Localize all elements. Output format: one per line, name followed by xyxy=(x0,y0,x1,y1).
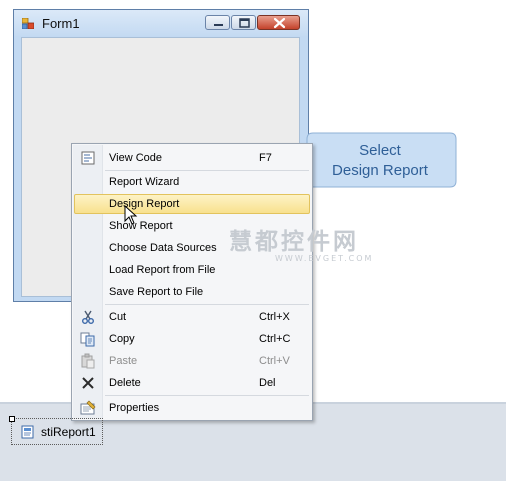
callout-line-1: Select xyxy=(359,142,401,159)
menu-item-label: Report Wizard xyxy=(109,176,180,188)
callout-text: Select Design Report xyxy=(303,141,457,181)
watermark-text: 慧都控件网 xyxy=(229,229,359,255)
close-icon xyxy=(273,17,286,29)
copy-icon xyxy=(80,332,95,347)
component-stireport1[interactable]: stiReport1 xyxy=(9,416,103,445)
form-title: Form1 xyxy=(42,16,80,31)
form-titlebar[interactable]: Form1 xyxy=(14,10,308,36)
menu-item-properties[interactable]: Properties xyxy=(74,398,310,418)
menu-item-label: Delete xyxy=(109,377,141,389)
view-code-icon xyxy=(81,151,95,165)
menu-item-label: Properties xyxy=(109,402,160,414)
menu-item-save-report-to-file[interactable]: Save Report to File xyxy=(74,282,310,302)
context-menu: View Code F7 Report Wizard Design Report… xyxy=(71,143,313,421)
paste-icon xyxy=(81,353,95,369)
menu-item-cut[interactable]: Cut Ctrl+X xyxy=(74,307,310,327)
menu-item-label: Show Report xyxy=(109,220,173,232)
maximize-button[interactable] xyxy=(231,15,256,30)
menu-item-paste[interactable]: Paste Ctrl+V xyxy=(74,351,310,371)
minimize-icon xyxy=(214,24,223,26)
menu-item-label: Copy xyxy=(109,333,135,345)
menu-item-shortcut: Ctrl+V xyxy=(259,355,290,367)
watermark-url: WWW.EVGET.COM xyxy=(275,254,374,263)
menu-item-shortcut: F7 xyxy=(259,152,272,164)
menu-item-label: Load Report from File xyxy=(109,264,216,276)
maximize-icon xyxy=(239,18,250,28)
menu-item-shortcut: Del xyxy=(259,377,276,389)
report-component-icon xyxy=(21,425,34,439)
delete-icon xyxy=(82,377,94,389)
menu-item-delete[interactable]: Delete Del xyxy=(74,373,310,393)
menu-separator xyxy=(105,395,309,396)
component-label: stiReport1 xyxy=(41,425,96,439)
form-icon xyxy=(22,18,34,29)
menu-item-label: Cut xyxy=(109,311,127,323)
mouse-cursor-icon xyxy=(124,205,138,225)
minimize-button[interactable] xyxy=(205,15,230,30)
menu-separator xyxy=(105,170,309,171)
menu-item-label: Paste xyxy=(109,355,138,367)
menu-item-label: View Code xyxy=(109,152,162,164)
menu-item-report-wizard[interactable]: Report Wizard xyxy=(74,172,310,192)
menu-item-load-report-from-file[interactable]: Load Report from File xyxy=(74,260,310,280)
menu-item-label: Choose Data Sources xyxy=(109,242,217,254)
scissors-icon xyxy=(82,310,94,324)
menu-item-view-code[interactable]: View Code F7 xyxy=(74,148,310,168)
menu-item-copy[interactable]: Copy Ctrl+C xyxy=(74,329,310,349)
selection-handle[interactable] xyxy=(9,416,15,422)
callout-line-2: Design Report xyxy=(332,162,428,179)
menu-separator xyxy=(105,304,309,305)
menu-item-shortcut: Ctrl+X xyxy=(259,311,290,323)
properties-icon xyxy=(80,400,96,415)
watermark: 慧都控件网 WWW.EVGET.COM xyxy=(229,222,373,263)
menu-item-label: Save Report to File xyxy=(109,286,204,298)
menu-item-shortcut: Ctrl+C xyxy=(259,333,291,345)
close-button[interactable] xyxy=(257,15,300,30)
menu-item-design-report[interactable]: Design Report xyxy=(74,194,310,214)
menu-item-label: Design Report xyxy=(109,198,180,210)
